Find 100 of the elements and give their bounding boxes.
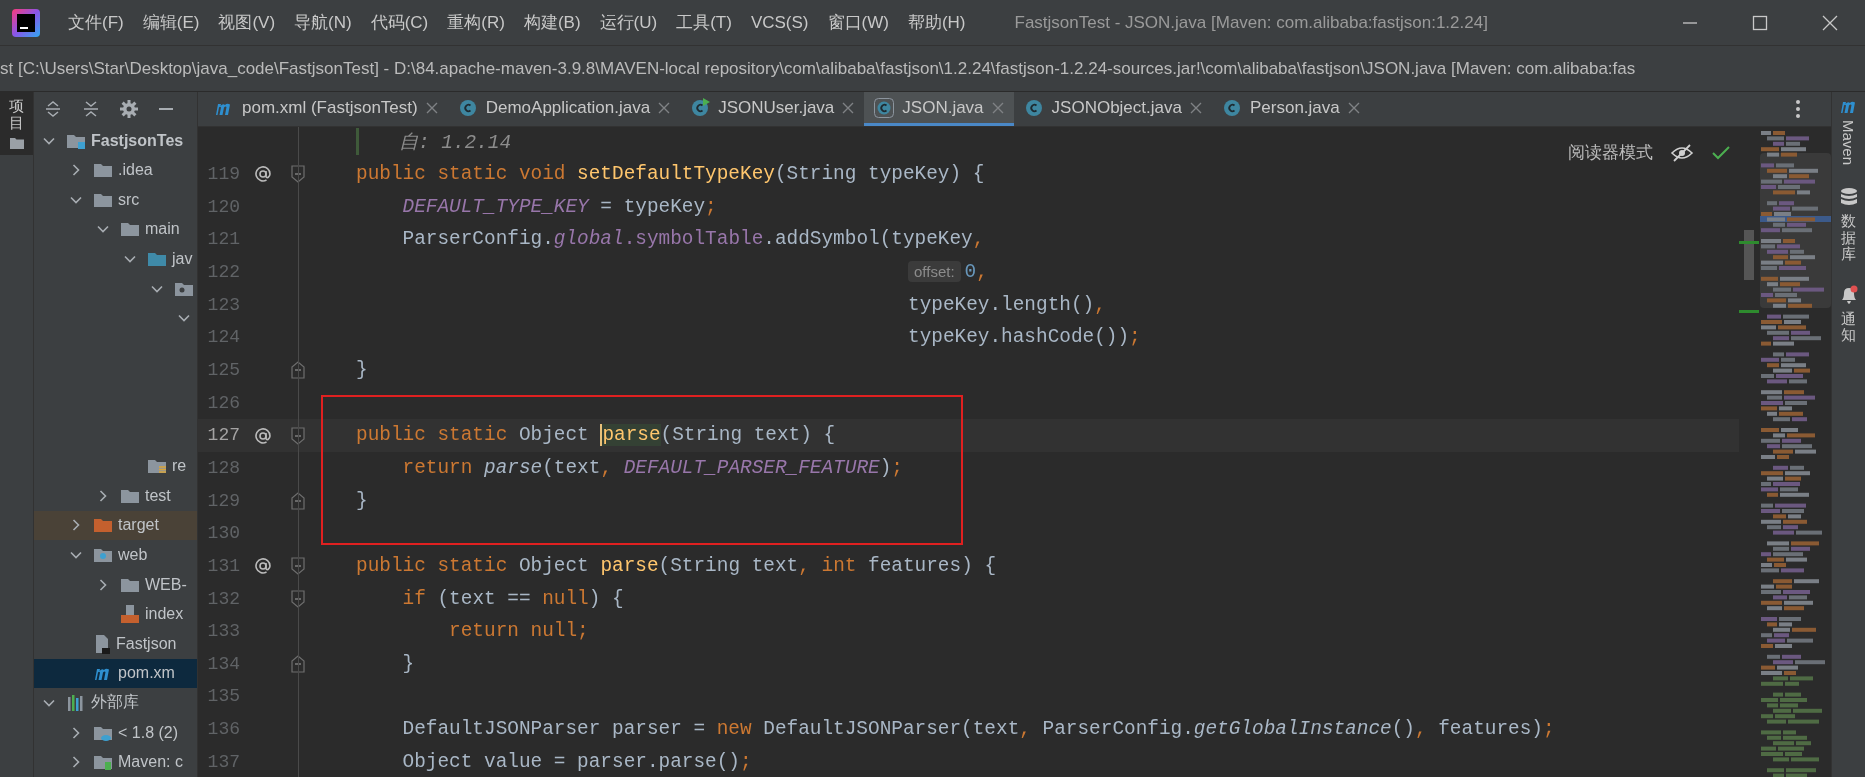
menu-item[interactable]: 代码(C) <box>362 11 437 34</box>
folder-icon <box>147 250 167 269</box>
code-line: return parse(text, DEFAULT_PARSER_FEATURE); <box>401 456 903 479</box>
editor-tab[interactable]: DemoApplication.java <box>447 92 681 126</box>
tree-item[interactable]: 外部库 <box>34 688 197 718</box>
maximize-icon[interactable] <box>1752 14 1768 31</box>
editor-tab[interactable]: pom.xml (FastjsonTest) <box>204 92 448 126</box>
database-icon <box>1839 187 1858 208</box>
tree-item[interactable]: FastjsonTes <box>34 125 197 156</box>
line-number: 130 <box>206 523 241 544</box>
menu-item[interactable]: 帮助(H) <box>899 11 974 34</box>
code-line: } <box>356 489 368 512</box>
line-number: 135 <box>206 686 241 707</box>
class-icon <box>1221 97 1242 118</box>
code-line: } <box>401 652 415 675</box>
menu-item[interactable]: 编辑(E) <box>134 11 208 34</box>
tree-item[interactable]: Fastjson <box>34 629 197 659</box>
tree-item[interactable]: pom.xm <box>34 658 197 689</box>
code-line: public static void setDefaultTypeKey(String typeKey) { <box>356 163 985 185</box>
collapse-all-icon[interactable] <box>82 99 100 118</box>
eye-crossed-icon[interactable] <box>1671 143 1693 162</box>
line-number: 124 <box>206 327 241 348</box>
reader-mode-link[interactable]: 阅读器模式 <box>1568 141 1653 164</box>
code-line: DEFAULT_TYPE_KEY = typeKey; <box>401 195 717 218</box>
close-icon[interactable] <box>842 101 855 114</box>
tree-item[interactable]: re <box>34 451 197 481</box>
tree-item[interactable]: jav <box>34 244 197 274</box>
line-number: 137 <box>206 751 241 772</box>
menu-item[interactable]: 文件(F) <box>60 11 132 34</box>
check-icon[interactable] <box>1711 144 1731 161</box>
close-icon[interactable] <box>1189 101 1202 114</box>
tree-item[interactable]: src <box>34 185 197 215</box>
line-number: 126 <box>206 392 241 413</box>
tree-item[interactable]: target <box>34 510 197 541</box>
at-sign-icon[interactable] <box>255 426 271 445</box>
code-line: Object value = parser.parse(); <box>401 750 752 773</box>
code-line: DefaultJSONParser parser = new DefaultJSONParser(text, ParserConfig.getGlobalInstance(), features); <box>401 718 1555 741</box>
expand-all-icon[interactable] <box>44 99 62 118</box>
tree-item[interactable]: test <box>34 481 197 511</box>
line-number: 123 <box>206 294 241 315</box>
line-number: 122 <box>206 261 241 282</box>
window-title: FastjsonTest - JSON.java [Maven: com.alibaba:fastjson:1.2.24] <box>1014 12 1488 33</box>
code-line: typeKey.length(), <box>908 293 1106 316</box>
close-icon[interactable] <box>1347 101 1360 114</box>
class-icon <box>874 97 895 118</box>
parameter-hint: offset: <box>908 261 961 283</box>
close-icon[interactable] <box>425 101 438 114</box>
menu-item[interactable]: 运行(U) <box>591 11 666 34</box>
line-number: 132 <box>206 588 241 609</box>
tree-item[interactable]: .idea <box>34 155 197 186</box>
library-icon <box>66 693 86 712</box>
more-icon[interactable] <box>1795 99 1801 119</box>
editor-tab[interactable]: JSON.java <box>864 92 1014 126</box>
menu-item[interactable]: 视图(V) <box>210 11 284 34</box>
tool-window-tab[interactable]: Maven <box>1832 92 1865 172</box>
menu-item[interactable]: 构建(B) <box>515 11 589 34</box>
at-sign-icon[interactable] <box>255 165 271 184</box>
menu-item[interactable]: 工具(T) <box>668 11 740 34</box>
file-path: st [C:\Users\Star\Desktop\java_code\FastjsonTest] - D:\84.apache-maven-3.9.8\MAVEN-local repository\com\alibaba\fastjson\1.2.24\fastjson-1.2.24-sources.jar!\com\alibaba\fastjson\JSON.java [Maven: com.alibaba:fas <box>0 58 1636 79</box>
line-number: 125 <box>206 359 241 380</box>
resources-folder-icon <box>147 457 167 476</box>
editor-tab[interactable]: JSONUser.java <box>680 92 865 126</box>
app-logo <box>12 8 40 37</box>
line-number: 119 <box>206 164 241 184</box>
folder-icon <box>93 161 113 180</box>
line-number: 133 <box>206 621 241 642</box>
project-tool-tab[interactable]: 项目 <box>0 92 33 155</box>
code-text: , <box>976 260 988 283</box>
folder-icon <box>120 220 140 239</box>
tree-item[interactable]: Maven: c <box>34 747 197 777</box>
code-line: public static Object parse(String text, int features) { <box>356 554 997 577</box>
tree-item[interactable]: web <box>34 540 197 570</box>
web-folder-icon <box>93 546 113 564</box>
settings-icon[interactable] <box>120 99 138 118</box>
line-number: 134 <box>206 653 241 674</box>
tree-item[interactable]: main <box>34 214 197 245</box>
editor-tab[interactable]: Person.java <box>1211 92 1370 126</box>
close-icon[interactable] <box>658 101 671 114</box>
code-text: 0 <box>964 260 977 283</box>
jsp-file-icon <box>120 604 140 625</box>
tree-item[interactable]: index <box>34 599 197 629</box>
doc-comment: 自: 1.2.14 <box>356 127 512 155</box>
folder-icon <box>93 516 113 535</box>
tree-item[interactable]: < 1.8 (2) <box>34 717 197 748</box>
class-icon <box>1023 97 1044 118</box>
line-number: 121 <box>206 229 241 250</box>
line-number: 128 <box>206 457 241 478</box>
line-number: 136 <box>206 719 241 740</box>
menu-item[interactable]: VCS(S) <box>742 12 817 33</box>
menu-item[interactable]: 导航(N) <box>286 11 360 34</box>
code-line: if (text == null) { <box>401 587 624 610</box>
tool-window-tab[interactable]: 通知 <box>1832 278 1865 350</box>
tool-window-tab[interactable]: 数据库 <box>1832 181 1865 269</box>
menu-item[interactable]: 窗口(W) <box>819 11 897 34</box>
close-icon[interactable] <box>1822 14 1838 31</box>
tree-item[interactable]: WEB- <box>34 569 197 600</box>
folder-icon <box>9 137 24 149</box>
menu-item[interactable]: 重构(R) <box>439 11 513 34</box>
at-sign-icon[interactable] <box>255 557 271 576</box>
editor-tab[interactable]: JSONObject.java <box>1013 92 1212 126</box>
